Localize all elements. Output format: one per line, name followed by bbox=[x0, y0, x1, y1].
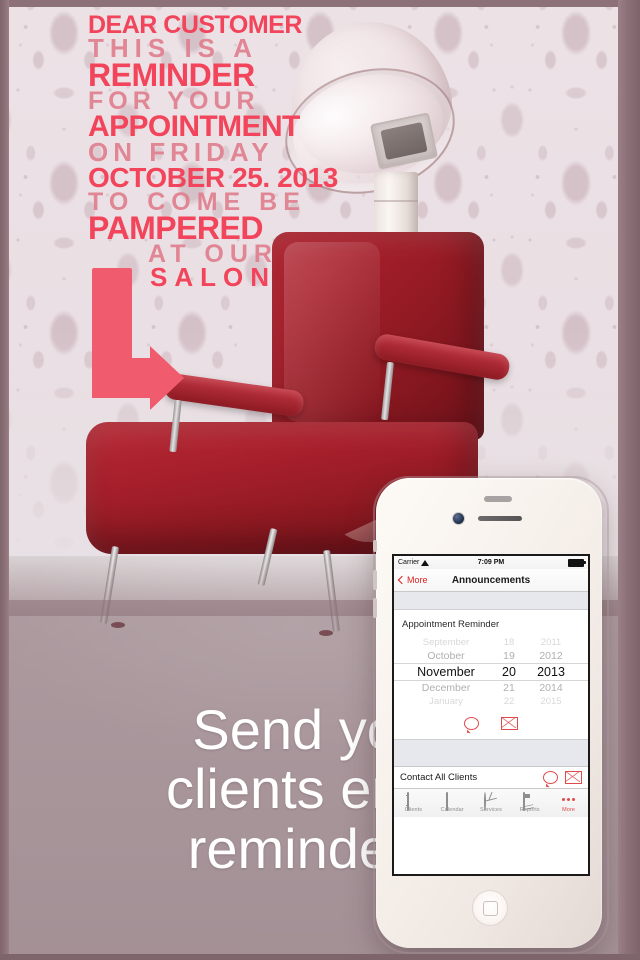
frame-bottom bbox=[0, 954, 640, 960]
frame-left bbox=[0, 0, 9, 960]
picker-year-selected: 2013 bbox=[537, 665, 565, 679]
picker-row[interactable]: December 21 2014 bbox=[394, 681, 588, 695]
poster-line-9: PAMPERED bbox=[88, 209, 263, 246]
poster-text-block: DEAR CUSTOMER THIS IS A REMINDER FOR YOU… bbox=[88, 13, 378, 290]
card-action-row bbox=[394, 710, 588, 739]
poster-line-10: AT OUR bbox=[148, 240, 278, 269]
envelope-icon[interactable] bbox=[501, 717, 518, 730]
picker-year: 2015 bbox=[540, 696, 562, 707]
tab-services[interactable]: Services bbox=[472, 792, 511, 813]
contact-all-sms-icon[interactable] bbox=[543, 771, 558, 784]
volume-up-button[interactable] bbox=[373, 570, 377, 590]
picker-row[interactable]: October 19 2012 bbox=[394, 649, 588, 663]
down-right-arrow-icon bbox=[92, 268, 184, 416]
back-button[interactable]: More bbox=[397, 575, 428, 585]
tab-more[interactable]: More bbox=[549, 793, 588, 813]
poster-line-8: TO COME BE bbox=[88, 187, 306, 216]
chevron-left-icon bbox=[397, 575, 407, 585]
picker-month: October bbox=[427, 650, 465, 662]
picker-row[interactable]: September 18 2011 bbox=[394, 636, 588, 649]
contact-all-clients-row[interactable]: Contact All Clients bbox=[394, 766, 588, 789]
arrow-foot bbox=[92, 358, 154, 398]
tab-calendar[interactable]: Calendar bbox=[433, 792, 472, 813]
ellipsis-icon bbox=[562, 793, 576, 806]
picker-day-selected: 20 bbox=[502, 665, 516, 679]
phone-earpiece bbox=[484, 496, 512, 502]
arrow-head bbox=[150, 346, 184, 410]
picker-day: 18 bbox=[503, 637, 515, 648]
card-title: Appointment Reminder bbox=[402, 619, 500, 630]
phone-speaker-grille bbox=[478, 516, 522, 521]
carrier-label: Carrier bbox=[398, 559, 420, 566]
front-camera-icon bbox=[453, 513, 464, 524]
announcement-card: Appointment Reminder September 18 2011 O… bbox=[394, 610, 588, 740]
poster-line-3: REMINDER bbox=[88, 56, 255, 93]
poster-canvas: DEAR CUSTOMER THIS IS A REMINDER FOR YOU… bbox=[0, 0, 640, 960]
status-bar: Carrier 7:09 PM bbox=[394, 556, 588, 569]
picker-year: 2012 bbox=[539, 650, 563, 662]
poster-line-2: THIS IS A bbox=[88, 33, 259, 63]
picker-row[interactable]: January 22 2015 bbox=[394, 695, 588, 708]
chart-document-icon bbox=[523, 792, 536, 811]
poster-line-6: ON FRIDAY bbox=[88, 136, 274, 167]
poster-line-7: OCTOBER 25. 2013 bbox=[88, 161, 338, 193]
picker-year: 2011 bbox=[540, 637, 562, 648]
table-section-spacer-top bbox=[394, 592, 588, 610]
picker-row-selected[interactable]: November 20 2013 bbox=[394, 663, 588, 681]
battery-full-icon bbox=[568, 558, 586, 567]
date-picker[interactable]: September 18 2011 October 19 2012 Novemb… bbox=[394, 636, 588, 710]
phone-screen: Carrier 7:09 PM More Announcements Appoi… bbox=[392, 554, 590, 876]
calendar-icon bbox=[445, 792, 459, 811]
status-bar-time: 7:09 PM bbox=[477, 559, 505, 566]
volume-down-button[interactable] bbox=[373, 598, 377, 618]
tab-reports[interactable]: Reports bbox=[510, 792, 549, 813]
table-section-spacer-bottom bbox=[394, 740, 588, 766]
home-button[interactable] bbox=[472, 890, 508, 926]
picker-day: 21 bbox=[503, 682, 515, 694]
picker-month: September bbox=[422, 637, 470, 648]
tab-calendar-label: Calendar bbox=[440, 807, 464, 813]
contact-all-clients-label: Contact All Clients bbox=[400, 772, 478, 783]
picker-month: January bbox=[429, 696, 463, 707]
status-bar-right bbox=[504, 558, 586, 567]
iphone-device: Carrier 7:09 PM More Announcements Appoi… bbox=[373, 476, 609, 954]
speech-bubble-icon[interactable] bbox=[464, 717, 479, 730]
tab-more-label: More bbox=[562, 807, 576, 813]
picker-day: 19 bbox=[503, 650, 515, 662]
scissors-circle-icon bbox=[484, 792, 497, 811]
tab-clients[interactable]: Clients bbox=[394, 792, 433, 813]
mute-switch[interactable] bbox=[373, 540, 377, 552]
navigation-bar: More Announcements bbox=[394, 569, 588, 592]
picker-day: 22 bbox=[503, 696, 515, 707]
back-button-label: More bbox=[407, 575, 428, 585]
picker-month: December bbox=[421, 682, 471, 694]
frame-top bbox=[0, 0, 640, 7]
picker-month-selected: November bbox=[417, 665, 475, 679]
tab-bar: Clients Calendar Services Reports More bbox=[394, 789, 588, 817]
picker-year: 2014 bbox=[539, 682, 563, 694]
frame-right bbox=[618, 0, 640, 960]
contact-all-email-icon[interactable] bbox=[565, 771, 582, 784]
poster-line-4: FOR YOUR bbox=[88, 87, 260, 116]
status-bar-left: Carrier bbox=[398, 559, 478, 566]
address-book-icon bbox=[406, 792, 420, 811]
wifi-icon bbox=[421, 559, 430, 566]
